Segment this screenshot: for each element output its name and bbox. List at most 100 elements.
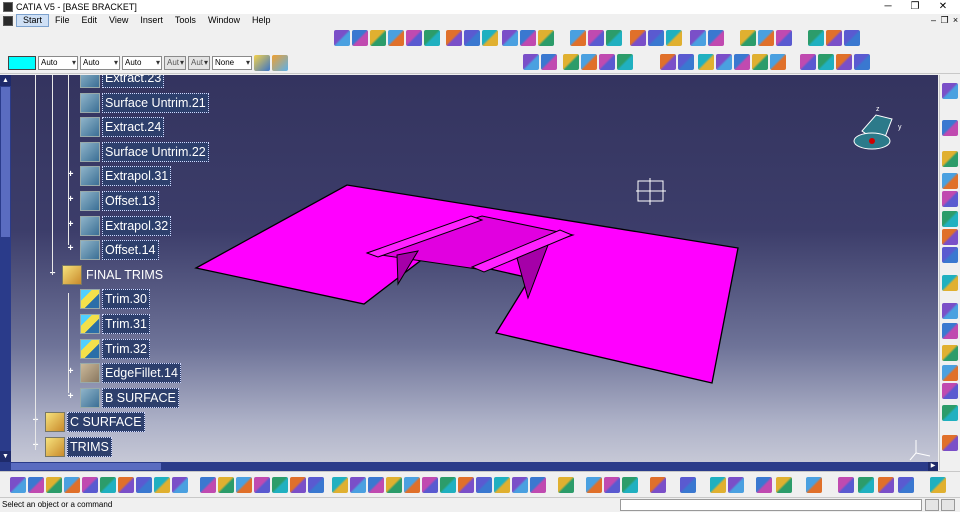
- tree-node[interactable]: Extract.24: [80, 117, 165, 138]
- bottom-tool-icon[interactable]: [710, 477, 726, 493]
- top-tool-icon[interactable]: [482, 30, 498, 46]
- top-tool-icon[interactable]: [606, 30, 622, 46]
- top-tool-icon[interactable]: [800, 54, 816, 70]
- trim-icon[interactable]: [80, 338, 100, 359]
- tree-node-label[interactable]: Trim.32: [102, 338, 150, 359]
- tree-node-label[interactable]: Surface Untrim.21: [102, 92, 209, 113]
- document-icon[interactable]: [3, 15, 13, 26]
- bottom-tool-icon[interactable]: [154, 477, 170, 493]
- tree-node[interactable]: + Extrapol.31: [68, 166, 172, 187]
- top-tool-icon[interactable]: [708, 30, 724, 46]
- bottom-tool-icon[interactable]: [838, 477, 854, 493]
- geometrical-set-icon[interactable]: [45, 437, 65, 457]
- top-tool-icon[interactable]: [464, 30, 480, 46]
- top-tool-icon[interactable]: [678, 54, 694, 70]
- menu-file[interactable]: File: [49, 14, 76, 27]
- bottom-tool-icon[interactable]: [680, 477, 696, 493]
- right-tool-icon[interactable]: [942, 247, 958, 263]
- restore-button[interactable]: ❐: [905, 0, 925, 14]
- bottom-tool-icon[interactable]: [728, 477, 744, 493]
- offset-icon[interactable]: [80, 191, 100, 211]
- bottom-tool-icon[interactable]: [930, 477, 946, 493]
- tree-node[interactable]: Trim.31: [80, 314, 150, 334]
- right-tool-icon[interactable]: [942, 83, 958, 99]
- top-tool-icon[interactable]: [776, 30, 792, 46]
- bottom-tool-icon[interactable]: [858, 477, 874, 493]
- menu-window[interactable]: Window: [202, 14, 246, 27]
- bottom-tool-icon[interactable]: [878, 477, 894, 493]
- top-tool-icon[interactable]: [581, 54, 597, 70]
- tree-node-label[interactable]: Trim.30: [102, 289, 150, 310]
- right-tool-icon[interactable]: [942, 173, 958, 189]
- bottom-tool-icon[interactable]: [558, 477, 574, 493]
- top-tool-icon[interactable]: [818, 54, 834, 70]
- 3d-viewport[interactable]: z y ▲ ▼ Extract.23 Surface Untrim.21 Extra…: [0, 75, 938, 462]
- layer-combo[interactable]: None: [212, 56, 252, 70]
- tree-node-label[interactable]: TRIMS: [67, 437, 112, 457]
- top-tool-icon[interactable]: [370, 30, 386, 46]
- bottom-tool-icon[interactable]: [586, 477, 602, 493]
- bottom-tool-icon[interactable]: [476, 477, 492, 493]
- extrapol-icon[interactable]: [80, 215, 100, 236]
- bottom-tool-icon[interactable]: [604, 477, 620, 493]
- properties-brush-icon[interactable]: [272, 55, 288, 71]
- top-tool-icon[interactable]: [648, 30, 664, 46]
- geometrical-set-icon[interactable]: [45, 412, 65, 433]
- tree-node-label[interactable]: Offset.13: [102, 191, 159, 211]
- top-tool-icon[interactable]: [716, 54, 732, 70]
- right-tool-icon[interactable]: [942, 229, 958, 245]
- top-tool-icon[interactable]: [617, 54, 633, 70]
- bottom-tool-icon[interactable]: [100, 477, 116, 493]
- bottom-tool-icon[interactable]: [332, 477, 348, 493]
- scroll-right-arrow[interactable]: ▶: [928, 462, 938, 471]
- tree-node-label[interactable]: C SURFACE: [67, 412, 145, 433]
- command-input[interactable]: [620, 499, 922, 511]
- top-tool-icon[interactable]: [770, 54, 786, 70]
- top-tool-icon[interactable]: [538, 30, 554, 46]
- top-tool-icon[interactable]: [520, 30, 536, 46]
- top-tool-icon[interactable]: [690, 30, 706, 46]
- tree-node-label[interactable]: Extract.24: [102, 117, 165, 138]
- top-tool-icon[interactable]: [588, 30, 604, 46]
- trim-icon[interactable]: [80, 289, 100, 310]
- menu-insert[interactable]: Insert: [134, 14, 169, 27]
- top-tool-icon[interactable]: [844, 30, 860, 46]
- right-tool-icon[interactable]: [942, 405, 958, 421]
- bottom-tool-icon[interactable]: [386, 477, 402, 493]
- top-tool-icon[interactable]: [570, 30, 586, 46]
- bottom-tool-icon[interactable]: [290, 477, 306, 493]
- painter-icon[interactable]: [254, 55, 270, 71]
- bottom-tool-icon[interactable]: [530, 477, 546, 493]
- right-tool-icon[interactable]: [942, 365, 958, 381]
- top-tool-icon[interactable]: [740, 30, 756, 46]
- tree-node[interactable]: +TRIMS: [33, 437, 112, 457]
- top-tool-icon[interactable]: [388, 30, 404, 46]
- bottom-tool-icon[interactable]: [236, 477, 252, 493]
- menu-start[interactable]: Start: [16, 14, 50, 27]
- scroll-up-arrow[interactable]: ▲: [0, 75, 11, 86]
- right-tool-icon[interactable]: [942, 323, 958, 339]
- right-tool-icon[interactable]: [942, 345, 958, 361]
- extract-icon[interactable]: [80, 117, 100, 138]
- bottom-tool-icon[interactable]: [440, 477, 456, 493]
- right-tool-icon[interactable]: [942, 275, 958, 291]
- top-tool-icon[interactable]: [660, 54, 676, 70]
- point-symbol-combo[interactable]: Aut: [164, 56, 186, 70]
- tree-node[interactable]: Surface Untrim.21: [80, 92, 209, 113]
- right-tool-icon[interactable]: [942, 120, 958, 136]
- menu-edit[interactable]: Edit: [76, 14, 104, 27]
- tree-node[interactable]: +C SURFACE: [33, 412, 145, 433]
- bottom-tool-icon[interactable]: [806, 477, 822, 493]
- tree-node-label[interactable]: Trim.31: [102, 314, 150, 334]
- bottom-tool-icon[interactable]: [756, 477, 772, 493]
- tree-node[interactable]: + EdgeFillet.14: [68, 363, 181, 384]
- bottom-tool-icon[interactable]: [118, 477, 134, 493]
- tree-node-label[interactable]: Extract.23: [102, 75, 165, 88]
- right-tool-icon[interactable]: [942, 151, 958, 167]
- bottom-tool-icon[interactable]: [350, 477, 366, 493]
- bottom-tool-icon[interactable]: [494, 477, 510, 493]
- right-tool-icon[interactable]: [942, 435, 958, 451]
- top-tool-icon[interactable]: [424, 30, 440, 46]
- extrapol-icon[interactable]: [80, 166, 100, 187]
- close-button[interactable]: ✕: [933, 0, 953, 14]
